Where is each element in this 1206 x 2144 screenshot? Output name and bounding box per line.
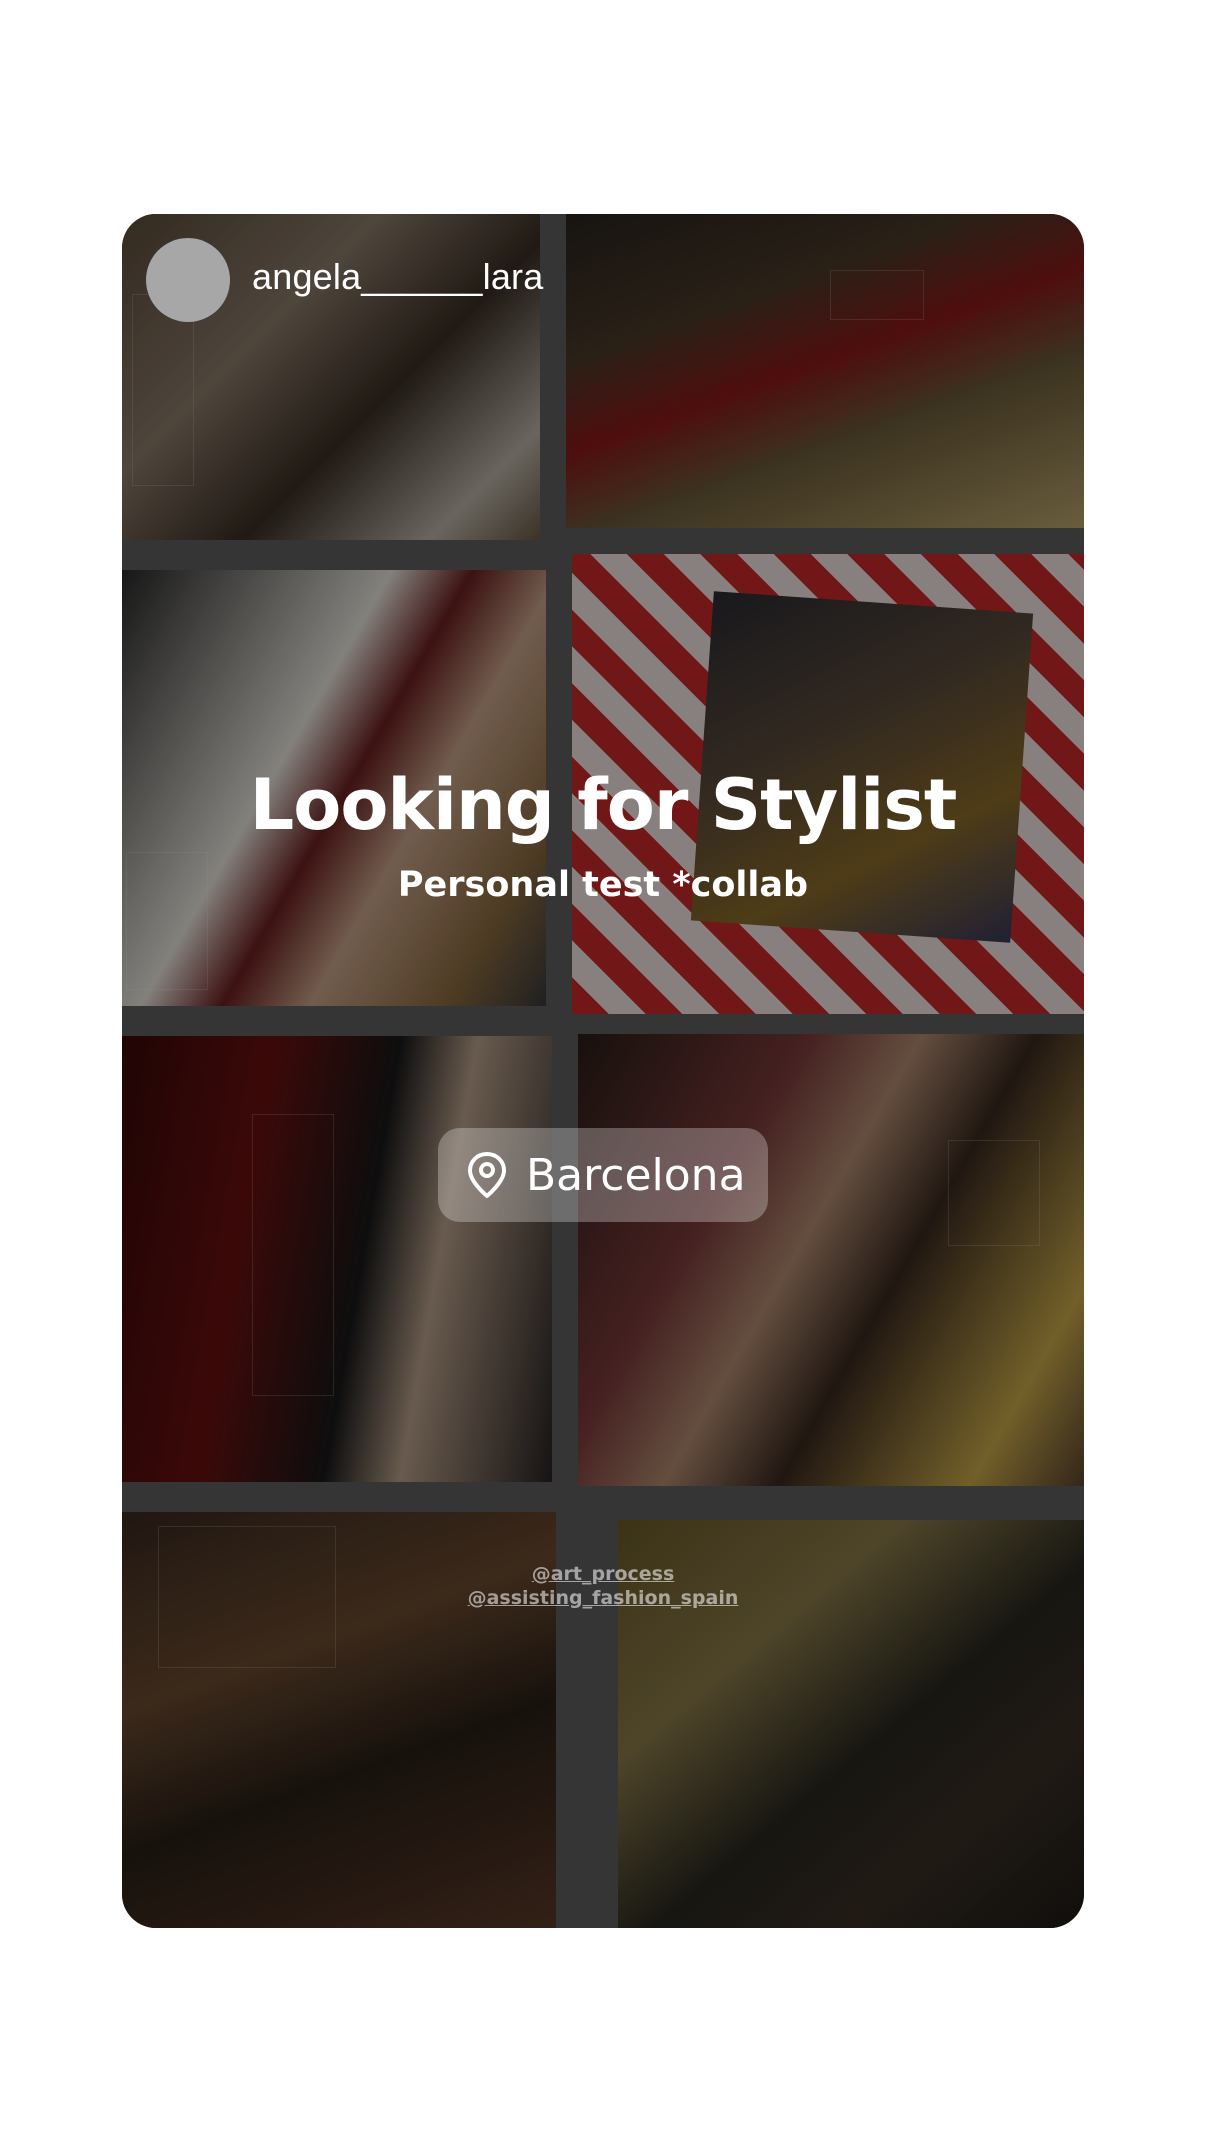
- location-sticker[interactable]: Barcelona: [438, 1128, 768, 1222]
- story-card[interactable]: angela______lara Looking for Stylist Per…: [122, 214, 1084, 1928]
- username[interactable]: angela______lara: [252, 256, 543, 298]
- collage-photo: [566, 214, 1084, 528]
- avatar[interactable]: [146, 238, 230, 322]
- story-page: angela______lara Looking for Stylist Per…: [0, 0, 1206, 2144]
- mention-link[interactable]: @art_process: [122, 1562, 1084, 1586]
- location-pin-icon: [466, 1151, 508, 1199]
- story-subtitle: Personal test *collab: [397, 865, 809, 905]
- mention-link[interactable]: @assisting_fashion_spain: [122, 1586, 1084, 1610]
- location-label: Barcelona: [526, 1149, 746, 1201]
- collage-photo: [122, 1036, 552, 1482]
- mentions: @art_process @assisting_fashion_spain: [122, 1562, 1084, 1610]
- story-title: Looking for Stylist: [249, 764, 958, 846]
- collage-photo: [578, 1034, 1084, 1486]
